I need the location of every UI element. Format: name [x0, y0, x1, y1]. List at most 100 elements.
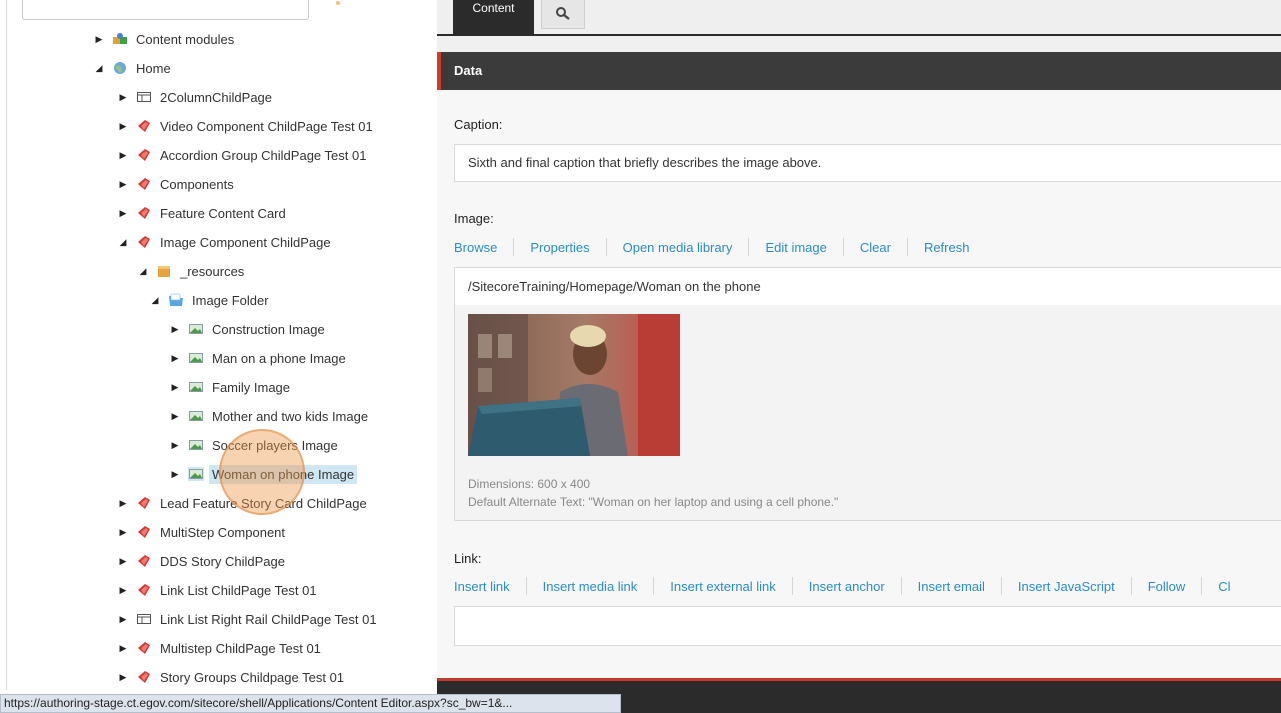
caption-label: Caption: — [454, 117, 503, 132]
expand-right-icon[interactable]: ▶ — [168, 469, 182, 480]
tree-item[interactable]: ▶ Construction Image — [168, 317, 328, 341]
tree-item[interactable]: ▶ Family Image — [168, 375, 293, 399]
expand-down-icon[interactable]: ◢ — [148, 295, 162, 306]
tree-item[interactable]: ▶ Accordion Group ChildPage Test 01 — [116, 143, 369, 167]
image-action-link[interactable]: Properties — [530, 240, 589, 255]
image-action-link[interactable]: Refresh — [924, 240, 970, 255]
tree-item-label: Image Folder — [192, 292, 269, 308]
tree-item[interactable]: ◢ _resources — [136, 259, 247, 283]
expand-right-icon[interactable]: ▶ — [116, 527, 130, 538]
expand-right-icon[interactable]: ▶ — [168, 411, 182, 422]
tree-item-label: Construction Image — [212, 321, 325, 337]
link-action-link[interactable]: Insert media link — [543, 579, 638, 594]
image-preview-panel: Dimensions: 600 x 400 Default Alternate … — [454, 305, 1281, 521]
content-tree: ▶ Content modules ◢ Home ▶ 2ColumnChildPage ▶ V… — [0, 0, 438, 713]
editor-tab-bar: Content — [437, 0, 1281, 36]
tree-item-label: Feature Content Card — [160, 205, 286, 221]
expand-down-icon[interactable]: ◢ — [136, 266, 150, 277]
tree-item-label: 2ColumnChildPage — [160, 89, 273, 105]
layout-icon — [136, 90, 152, 104]
tab-content[interactable]: Content — [453, 0, 534, 34]
image-info: Dimensions: 600 x 400 Default Alternate … — [468, 475, 838, 511]
image-icon — [188, 322, 204, 336]
expand-right-icon[interactable]: ▶ — [168, 382, 182, 393]
tree-item[interactable]: ◢ Image Component ChildPage — [116, 230, 334, 254]
expand-right-icon[interactable]: ▶ — [116, 585, 130, 596]
tree-item[interactable]: ◢ Home — [92, 56, 174, 80]
link-field[interactable] — [454, 606, 1281, 646]
link-action-link[interactable]: Insert link — [454, 579, 510, 594]
image-path-field[interactable]: /SitecoreTraining/Homepage/Woman on the … — [454, 267, 1281, 306]
data-section-header[interactable]: Data — [437, 52, 1281, 90]
tree-item[interactable]: ▶ Man on a phone Image — [168, 346, 349, 370]
image-action-link[interactable]: Open media library — [623, 240, 733, 255]
red-item-icon — [136, 148, 152, 162]
tree-item[interactable]: ▶ 2ColumnChildPage — [116, 85, 275, 109]
expand-right-icon[interactable]: ▶ — [116, 498, 130, 509]
tree-item[interactable]: ▶ Video Component ChildPage Test 01 — [116, 114, 376, 138]
tree-item[interactable]: ▶ Link List Right Rail ChildPage Test 01 — [116, 607, 380, 631]
tree-item-label: Story Groups Childpage Test 01 — [160, 669, 345, 685]
section-title: Data — [454, 63, 483, 78]
image-action-link[interactable]: Clear — [860, 240, 891, 255]
link-action-link[interactable]: Cl — [1218, 579, 1230, 594]
separator — [791, 577, 793, 595]
tree-item[interactable]: ▶ MultiStep Component — [116, 520, 288, 544]
box-icon — [156, 264, 172, 278]
image-alt-text: Default Alternate Text: "Woman on her la… — [468, 495, 839, 509]
search-icon — [556, 7, 570, 20]
expand-right-icon[interactable]: ▶ — [168, 324, 182, 335]
tree-item[interactable]: ▶ Story Groups Childpage Test 01 — [116, 665, 347, 689]
image-action-link[interactable]: Browse — [454, 240, 497, 255]
tree-item[interactable]: ▶ Link List ChildPage Test 01 — [116, 578, 320, 602]
tab-search[interactable] — [541, 0, 585, 29]
expand-right-icon[interactable]: ▶ — [116, 614, 130, 625]
red-item-icon — [136, 496, 152, 510]
tree-item-label: Image Component ChildPage — [160, 234, 331, 250]
expand-right-icon[interactable]: ▶ — [92, 34, 106, 45]
tree-item[interactable]: ▶ Mother and two kids Image — [168, 404, 371, 428]
expand-right-icon[interactable]: ▶ — [116, 179, 130, 190]
link-action-link[interactable]: Insert anchor — [809, 579, 885, 594]
expand-right-icon[interactable]: ▶ — [116, 92, 130, 103]
folder-icon — [168, 293, 184, 307]
expand-right-icon[interactable]: ▶ — [116, 208, 130, 219]
red-item-icon — [136, 206, 152, 220]
tree-item[interactable]: ▶ DDS Story ChildPage — [116, 549, 288, 573]
red-item-icon — [136, 670, 152, 684]
separator — [525, 577, 527, 595]
image-thumbnail[interactable] — [468, 314, 680, 456]
tree-item[interactable]: ▶ Multistep ChildPage Test 01 — [116, 636, 324, 660]
tree-item-label: Video Component ChildPage Test 01 — [160, 118, 373, 134]
expand-right-icon[interactable]: ▶ — [168, 353, 182, 364]
link-action-link[interactable]: Insert external link — [670, 579, 776, 594]
tree-item[interactable]: ▶ Components — [116, 172, 237, 196]
separator — [513, 238, 515, 256]
link-action-link[interactable]: Insert JavaScript — [1018, 579, 1115, 594]
expand-right-icon[interactable]: ▶ — [116, 672, 130, 683]
separator — [900, 577, 902, 595]
caption-field[interactable]: Sixth and final caption that briefly des… — [454, 144, 1281, 182]
expand-right-icon[interactable]: ▶ — [116, 643, 130, 654]
expand-down-icon[interactable]: ◢ — [116, 237, 130, 248]
tree-item[interactable]: ▶ Content modules — [92, 27, 237, 51]
expand-right-icon[interactable]: ▶ — [116, 150, 130, 161]
tree-search-input[interactable] — [22, 0, 309, 20]
link-action-link[interactable]: Follow — [1148, 579, 1186, 594]
tree-item-label: Link List Right Rail ChildPage Test 01 — [160, 611, 377, 627]
expand-right-icon[interactable]: ▶ — [116, 556, 130, 567]
expand-down-icon[interactable]: ◢ — [92, 63, 106, 74]
link-action-link[interactable]: Insert email — [918, 579, 985, 594]
separator — [1000, 577, 1002, 595]
image-action-link[interactable]: Edit image — [765, 240, 826, 255]
tree-item[interactable]: ▶ Feature Content Card — [116, 201, 289, 225]
globe-icon — [112, 61, 128, 75]
image-label: Image: — [454, 211, 494, 226]
image-icon — [188, 351, 204, 365]
tree-item-label: Mother and two kids Image — [212, 408, 369, 424]
tree-item[interactable]: ◢ Image Folder — [148, 288, 272, 312]
layout-icon — [136, 612, 152, 626]
expand-right-icon[interactable]: ▶ — [116, 121, 130, 132]
expand-right-icon[interactable]: ▶ — [168, 440, 182, 451]
tree-item-label: Man on a phone Image — [212, 350, 346, 366]
